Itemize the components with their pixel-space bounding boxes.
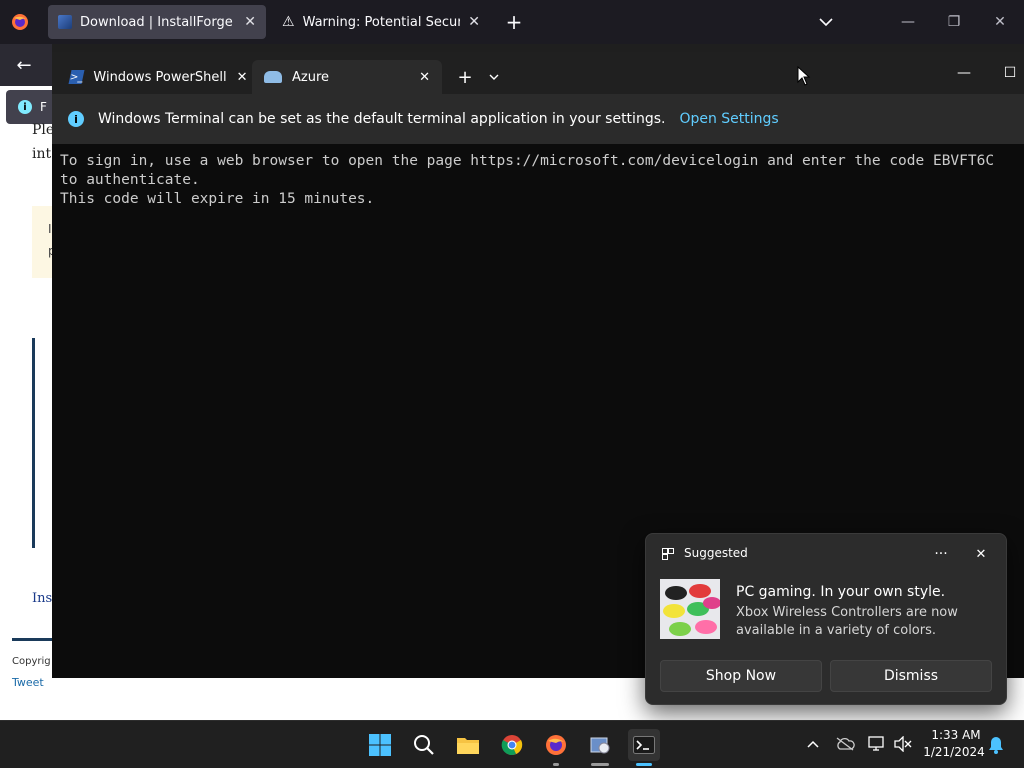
- show-hidden-icons-chevron-icon[interactable]: [804, 735, 822, 753]
- copyright-text: Copyrig: [12, 656, 51, 667]
- tab-label: Azure: [292, 69, 330, 85]
- firefox-notification-bar: i F: [6, 90, 52, 124]
- notification-title: PC gaming. In your own style.: [736, 584, 946, 600]
- clock-date[interactable]: 1/21/2024: [922, 745, 986, 759]
- firefox-running-indicator: [553, 763, 559, 766]
- close-tab-icon[interactable]: ✕: [237, 70, 248, 85]
- infobar-message: Windows Terminal can be set as the defau…: [98, 111, 666, 127]
- onedrive-cloud-offline-icon[interactable]: [834, 735, 856, 753]
- browser-restore-icon[interactable]: ❐: [942, 10, 966, 34]
- page-note-text: I: [48, 222, 52, 236]
- default-terminal-infobar: i Windows Terminal can be set as the def…: [52, 94, 1024, 144]
- file-explorer-icon[interactable]: [452, 729, 484, 761]
- info-icon: i: [68, 111, 84, 127]
- terminal-output[interactable]: To sign in, use a web browser to open th…: [60, 152, 1024, 209]
- notification-header: Suggested: [684, 546, 748, 560]
- powershell-icon: >_: [68, 70, 85, 84]
- taskbar: 1:33 AM 1/21/2024: [0, 720, 1024, 768]
- new-tab-icon[interactable]: +: [453, 65, 477, 89]
- page-text-line: Ple: [32, 122, 55, 138]
- terminal-tab-powershell[interactable]: >_ Windows PowerShell ✕: [58, 60, 248, 94]
- suggested-icon: [662, 548, 674, 560]
- terminal-minimize-icon[interactable]: —: [952, 61, 976, 85]
- firefox-taskbar-icon[interactable]: [540, 729, 572, 761]
- terminal-tab-azure[interactable]: Azure ✕: [252, 60, 442, 94]
- tab-label: Download | InstallForge: [80, 14, 233, 30]
- network-icon[interactable]: [866, 735, 888, 753]
- back-arrow-icon[interactable]: ←: [12, 53, 36, 77]
- tab-dropdown-chevron-icon[interactable]: [482, 65, 506, 89]
- close-notification-icon[interactable]: ✕: [970, 544, 992, 564]
- terminal-taskbar-icon[interactable]: [628, 729, 660, 761]
- terminal-active-indicator: [636, 763, 652, 766]
- close-tab-icon[interactable]: ✕: [244, 14, 256, 30]
- open-settings-link[interactable]: Open Settings: [679, 111, 778, 127]
- page-text-line: int: [32, 146, 52, 162]
- terminal-titlebar[interactable]: >_ Windows PowerShell ✕ Azure ✕ + — ☐: [52, 52, 1024, 94]
- browser-close-icon[interactable]: ✕: [988, 10, 1012, 34]
- page-blockquote-bar: [32, 338, 35, 548]
- notification-bell-icon[interactable]: [986, 735, 1006, 755]
- mouse-cursor-icon: [797, 65, 811, 86]
- dismiss-button[interactable]: Dismiss: [830, 660, 992, 692]
- close-tab-icon[interactable]: ✕: [468, 14, 480, 30]
- azure-cloud-shell-icon: [264, 71, 282, 83]
- installforge-taskbar-icon[interactable]: [584, 729, 616, 761]
- xbox-controllers-image: [660, 579, 720, 639]
- page-note-box: [32, 206, 52, 278]
- new-tab-icon[interactable]: +: [502, 10, 526, 34]
- chrome-icon[interactable]: [496, 729, 528, 761]
- notification-text: F: [40, 100, 47, 114]
- firefox-logo-icon[interactable]: [11, 13, 29, 31]
- browser-page: i F Ple int I p Inst Copyrig Tweet: [0, 86, 57, 720]
- close-tab-icon[interactable]: ✕: [419, 70, 430, 85]
- notification-body: Xbox Wireless Controllers are now availa…: [736, 605, 958, 638]
- suggested-notification[interactable]: Suggested ··· ✕ PC gaming. In your own s…: [645, 533, 1007, 705]
- page-footer-rule: [12, 638, 52, 641]
- installforge-running-indicator: [591, 763, 609, 766]
- search-icon[interactable]: [408, 729, 440, 761]
- shop-now-button[interactable]: Shop Now: [660, 660, 822, 692]
- tweet-link[interactable]: Tweet: [12, 676, 44, 689]
- browser-toolbar: ←: [0, 44, 52, 86]
- list-tabs-chevron-icon[interactable]: [814, 10, 838, 34]
- installforge-favicon-icon: [58, 15, 72, 29]
- warning-icon: ⚠: [282, 14, 295, 30]
- browser-tab-installforge[interactable]: Download | InstallForge ✕: [48, 5, 266, 39]
- start-windows-icon[interactable]: [364, 729, 396, 761]
- terminal-maximize-icon[interactable]: ☐: [998, 61, 1022, 85]
- browser-minimize-icon[interactable]: —: [896, 10, 920, 34]
- browser-tab-bar: Download | InstallForge ✕ ⚠ Warning: Pot…: [0, 0, 1024, 44]
- tab-label: Windows PowerShell: [93, 69, 227, 85]
- volume-muted-icon[interactable]: [892, 735, 914, 753]
- more-options-icon[interactable]: ···: [930, 544, 952, 564]
- info-icon: i: [18, 100, 32, 114]
- clock-time[interactable]: 1:33 AM: [926, 728, 986, 742]
- tab-label: Warning: Potential Security Risk: [302, 14, 461, 30]
- browser-tab-warning[interactable]: ⚠ Warning: Potential Security Risk ✕: [272, 5, 490, 39]
